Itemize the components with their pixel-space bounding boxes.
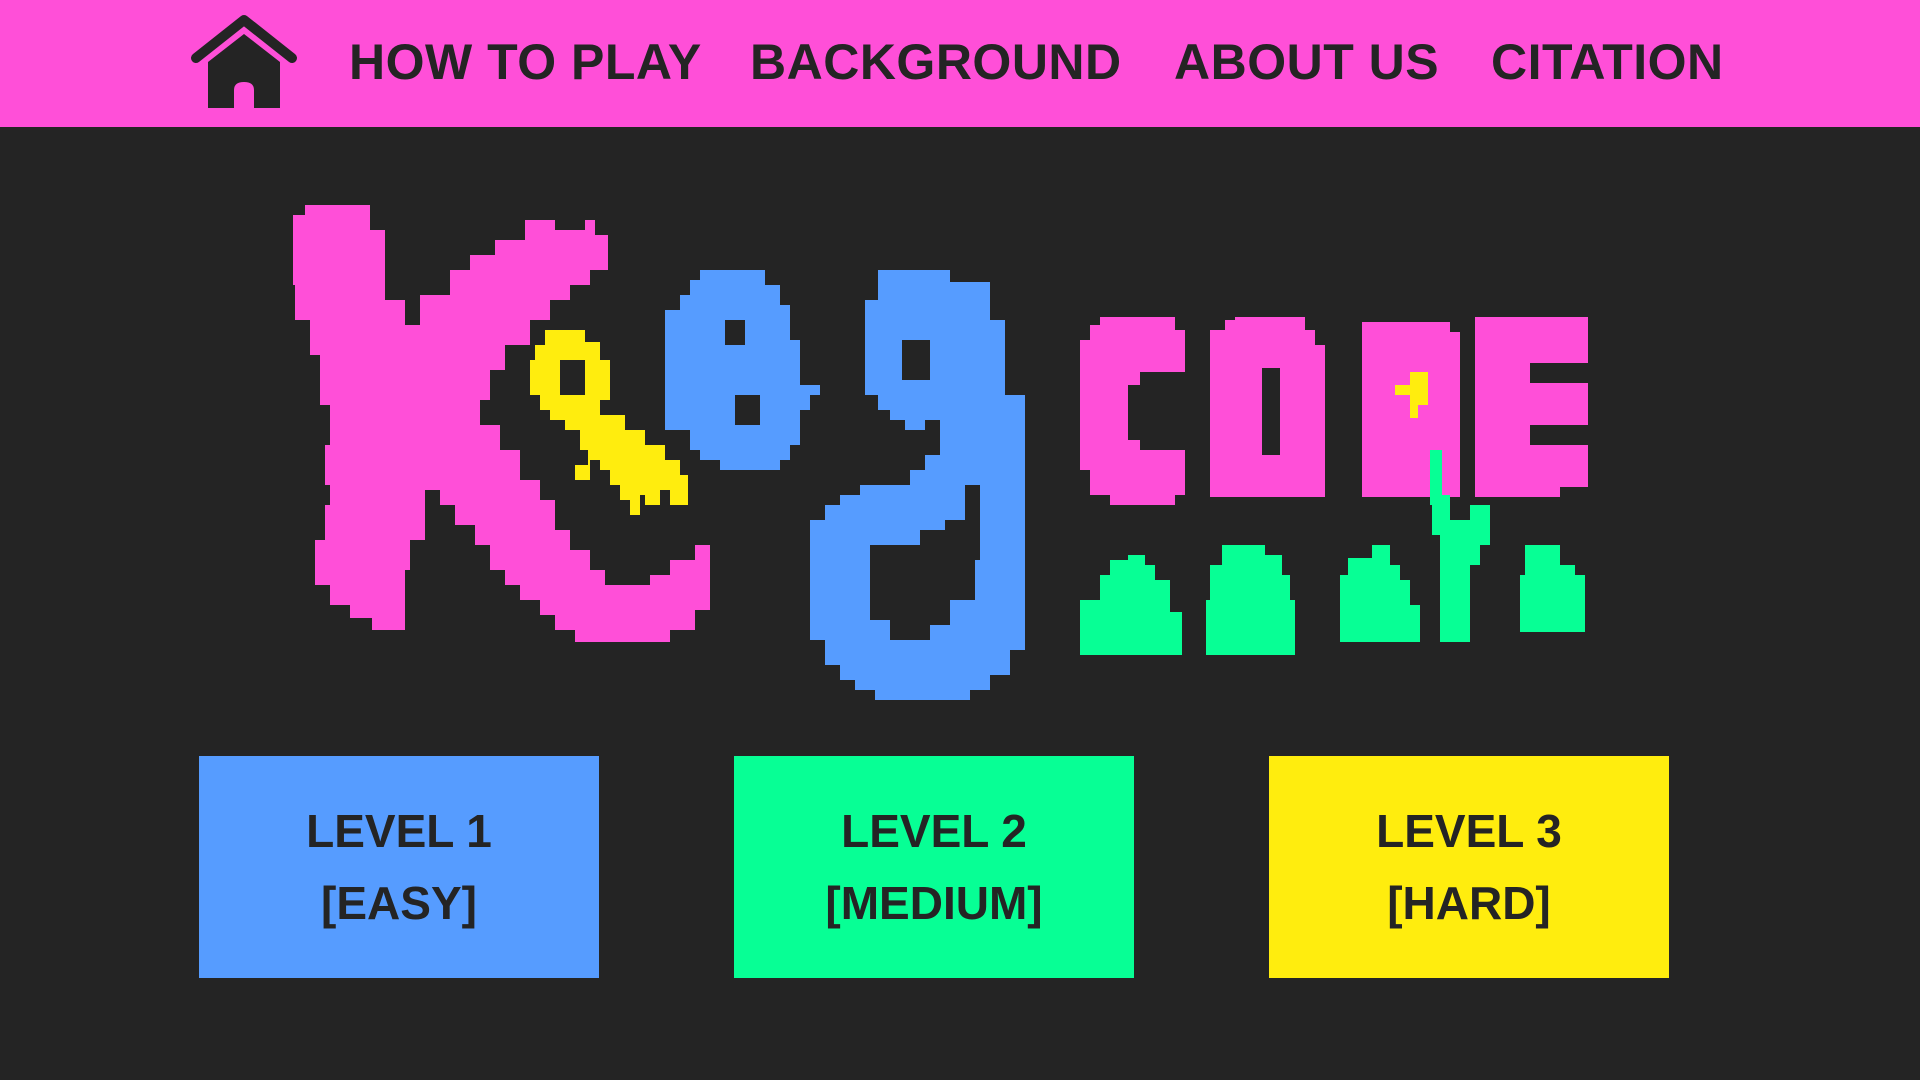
logo-yellow-dot <box>1395 372 1428 418</box>
level-1-title: LEVEL 1 <box>306 805 492 857</box>
home-button[interactable] <box>190 12 298 112</box>
level-2-title: LEVEL 2 <box>841 805 1027 857</box>
key-icon <box>530 330 688 515</box>
level-3-title: LEVEL 3 <box>1376 805 1562 857</box>
level-1-difficulty: [EASY] <box>321 877 477 929</box>
top-navbar: HOW TO PLAY BACKGROUND ABOUT US CITATION <box>0 0 1920 127</box>
logo-word-code <box>1080 317 1588 505</box>
logo-letter-y <box>810 270 1025 700</box>
logo-letter-e <box>665 270 820 470</box>
level-1-button[interactable]: LEVEL 1 [EASY] <box>199 756 599 978</box>
level-3-button[interactable]: LEVEL 3 [HARD] <box>1269 756 1669 978</box>
nav-citation[interactable]: CITATION <box>1491 32 1724 92</box>
tulip-icon <box>1080 450 1585 655</box>
level-2-difficulty: [MEDIUM] <box>825 877 1043 929</box>
level-3-difficulty: [HARD] <box>1387 877 1551 929</box>
nav-how-to-play[interactable]: HOW TO PLAY <box>349 32 702 92</box>
house-icon <box>191 15 297 108</box>
logo-letter-k <box>293 205 710 642</box>
nav-about-us[interactable]: ABOUT US <box>1174 32 1439 92</box>
nav-background[interactable]: BACKGROUND <box>750 32 1122 92</box>
level-2-button[interactable]: LEVEL 2 [MEDIUM] <box>734 756 1134 978</box>
